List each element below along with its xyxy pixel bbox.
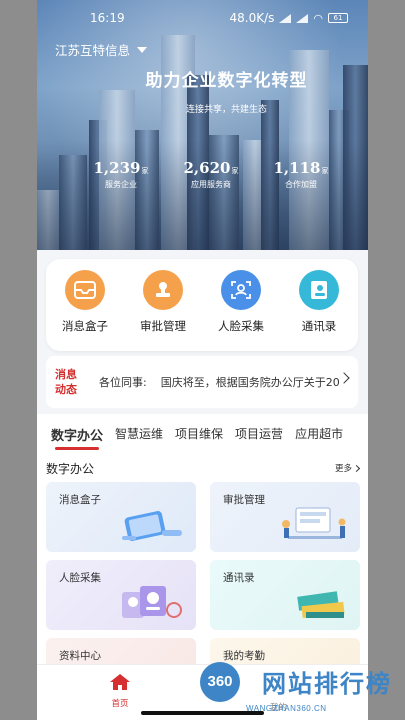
home-icon — [110, 674, 130, 690]
news-tag: 消息 动态 — [55, 367, 85, 397]
hero-subline: 连接共享，共建生态 — [185, 105, 267, 115]
desk-illustration-icon — [282, 507, 346, 539]
chevron-right-icon[interactable] — [338, 372, 350, 384]
network-speed: 48.0K/s — [229, 11, 275, 25]
quick-item-label: 人脸采集 — [218, 319, 264, 333]
stats-row: 1,239家 服务企业 2,620家 应用服务商 1,118家 合作加盟 — [89, 158, 333, 190]
card-approval[interactable]: 审批管理 — [210, 482, 360, 552]
stat-item: 1,239家 服务企业 — [89, 158, 153, 190]
tab-maintenance[interactable]: 项目维保 — [169, 414, 229, 452]
nav-home[interactable]: 首页 — [103, 673, 137, 709]
contacts-icon — [299, 270, 339, 310]
stat-item: 1,118家 合作加盟 — [269, 158, 333, 190]
category-tabs: 数字办公 智慧运维 项目维保 项目运营 应用超市 — [37, 414, 368, 452]
card-face[interactable]: 人脸采集 — [46, 560, 196, 630]
nav-home-label: 首页 — [111, 699, 129, 709]
inbox-icon — [65, 270, 105, 310]
quick-item-label: 审批管理 — [140, 319, 186, 333]
caret-down-icon — [137, 46, 148, 53]
stat-label: 服务企业 — [105, 180, 137, 189]
news-tag-line2: 动态 — [55, 383, 77, 396]
stat-number: 1,118 — [273, 159, 321, 177]
hero-headline: 助力企业数字化转型 — [145, 71, 308, 91]
news-message: 各位同事: 国庆将至，根据国务院办公厅关于2022 — [99, 374, 339, 390]
chevron-right-icon — [352, 464, 361, 472]
signal-icon — [279, 13, 292, 23]
stat-number: 2,620 — [183, 159, 231, 177]
face-scan-icon — [221, 270, 261, 310]
tab-operations[interactable]: 项目运营 — [229, 414, 289, 452]
stat-label: 合作加盟 — [285, 180, 317, 189]
watermark-url: WANGZHAN360.CN — [246, 704, 327, 713]
news-text: 国庆将至，根据国务院办公厅关于2022 — [160, 376, 339, 389]
app-screen: 16:19 48.0K/s ◠ 61 江苏互特信息 助力企业数字化转型 连接共享… — [37, 0, 368, 720]
status-time: 16:19 — [90, 11, 125, 25]
tab-digital-office[interactable]: 数字办公 — [45, 414, 109, 452]
quick-item-contacts[interactable]: 通讯录 — [284, 270, 354, 351]
card-contacts[interactable]: 通讯录 — [210, 560, 360, 630]
company-selector[interactable]: 江苏互特信息 — [55, 40, 148, 59]
left-border — [0, 0, 37, 720]
stat-unit: 家 — [141, 167, 149, 175]
books-illustration-icon — [297, 591, 345, 619]
phone-illustration-icon — [122, 511, 182, 541]
tab-smart-ops[interactable]: 智慧运维 — [109, 414, 169, 452]
card-title: 审批管理 — [223, 494, 265, 506]
watermark-logo: 360 — [200, 662, 240, 702]
battery-icon: 61 — [328, 13, 348, 23]
watermark: 360 网站排行榜 WANGZHAN360.CN — [158, 660, 405, 720]
wifi-icon: ◠ — [313, 11, 323, 25]
card-inbox[interactable]: 消息盒子 — [46, 482, 196, 552]
stat-label: 应用服务商 — [191, 180, 231, 189]
more-link[interactable]: 更多 — [334, 462, 361, 474]
card-title: 通讯录 — [223, 572, 255, 584]
quick-item-label: 消息盒子 — [62, 319, 108, 333]
card-title: 人脸采集 — [59, 572, 101, 584]
face-cards-illustration-icon — [122, 586, 182, 618]
stat-unit: 家 — [321, 167, 329, 175]
quick-actions: 消息盒子 审批管理 人脸采集 通讯录 — [46, 259, 358, 351]
stat-number: 1,239 — [93, 159, 141, 177]
section-title: 数字办公 — [46, 462, 95, 476]
news-ticker[interactable]: 消息 动态 各位同事: 国庆将至，根据国务院办公厅关于2022 — [46, 356, 358, 408]
right-border — [368, 0, 405, 720]
quick-item-approval[interactable]: 审批管理 — [128, 270, 198, 351]
watermark-text: 网站排行榜 — [262, 670, 392, 698]
stamp-icon — [143, 270, 183, 310]
signal-icon-2 — [296, 13, 309, 23]
quick-item-face[interactable]: 人脸采集 — [206, 270, 276, 351]
tab-app-market[interactable]: 应用超市 — [289, 414, 349, 452]
company-name: 江苏互特信息 — [55, 43, 131, 58]
hero-banner: 16:19 48.0K/s ◠ 61 江苏互特信息 助力企业数字化转型 连接共享… — [37, 0, 368, 250]
news-from: 各位同事: — [99, 376, 147, 389]
news-tag-line1: 消息 — [55, 368, 77, 381]
more-label: 更多 — [334, 464, 352, 474]
stat-unit: 家 — [231, 167, 239, 175]
card-title: 消息盒子 — [59, 494, 101, 506]
card-title: 资料中心 — [59, 650, 101, 662]
status-bar: 16:19 48.0K/s ◠ 61 — [37, 0, 368, 34]
stat-item: 2,620家 应用服务商 — [179, 158, 243, 190]
quick-item-inbox[interactable]: 消息盒子 — [50, 270, 120, 351]
quick-item-label: 通讯录 — [301, 319, 337, 333]
